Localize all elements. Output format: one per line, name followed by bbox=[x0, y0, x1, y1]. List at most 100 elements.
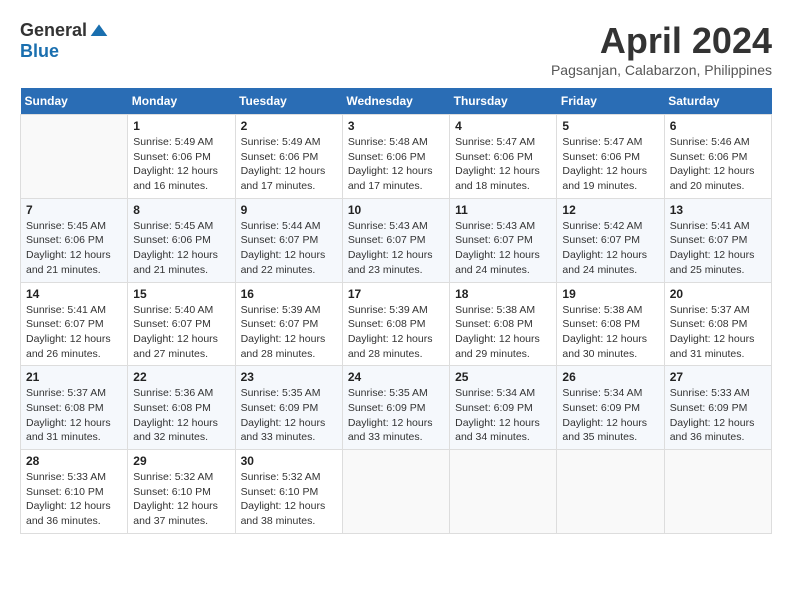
day-info: Sunrise: 5:36 AM Sunset: 6:08 PM Dayligh… bbox=[133, 386, 229, 445]
day-number: 2 bbox=[241, 119, 337, 133]
calendar-cell: 20Sunrise: 5:37 AM Sunset: 6:08 PM Dayli… bbox=[664, 282, 771, 366]
day-number: 10 bbox=[348, 203, 444, 217]
day-number: 16 bbox=[241, 287, 337, 301]
calendar-cell: 9 Sunrise: 5:44 AM Sunset: 6:07 PM Daylig… bbox=[235, 198, 342, 282]
calendar-cell: 17 Sunrise: 5:39 AM Sunset: 6:08 PM Dayli… bbox=[342, 282, 449, 366]
day-info: Sunrise: 5:33 AM Sunset: 6:09 PM Dayligh… bbox=[670, 386, 766, 445]
calendar-cell: 6 Sunrise: 5:46 AM Sunset: 6:06 PM Daylig… bbox=[664, 115, 771, 199]
calendar-week-row: 7 Sunrise: 5:45 AM Sunset: 6:06 PM Daylig… bbox=[21, 198, 772, 282]
calendar-week-row: 14Sunrise: 5:41 AM Sunset: 6:07 PM Dayli… bbox=[21, 282, 772, 366]
title-section: April 2024 Pagsanjan, Calabarzon, Philip… bbox=[551, 20, 772, 78]
day-number: 23 bbox=[241, 370, 337, 384]
day-info: Sunrise: 5:48 AM Sunset: 6:06 PM Dayligh… bbox=[348, 135, 444, 194]
day-number: 24 bbox=[348, 370, 444, 384]
day-number: 28 bbox=[26, 454, 122, 468]
calendar-cell: 28 Sunrise: 5:33 AM Sunset: 6:10 PM Dayli… bbox=[21, 450, 128, 534]
calendar-cell: 27 Sunrise: 5:33 AM Sunset: 6:09 PM Dayli… bbox=[664, 366, 771, 450]
day-number: 29 bbox=[133, 454, 229, 468]
calendar-cell: 13 Sunrise: 5:41 AM Sunset: 6:07 PM Dayli… bbox=[664, 198, 771, 282]
calendar-cell: 10 Sunrise: 5:43 AM Sunset: 6:07 PM Dayli… bbox=[342, 198, 449, 282]
calendar-cell: 25 Sunrise: 5:34 AM Sunset: 6:09 PM Dayli… bbox=[450, 366, 557, 450]
day-info: Sunrise: 5:35 AM Sunset: 6:09 PM Dayligh… bbox=[348, 386, 444, 445]
day-number: 1 bbox=[133, 119, 229, 133]
day-info: Sunrise: 5:45 AM Sunset: 6:06 PM Dayligh… bbox=[133, 219, 229, 278]
day-number: 21 bbox=[26, 370, 122, 384]
calendar-cell: 29 Sunrise: 5:32 AM Sunset: 6:10 PM Dayli… bbox=[128, 450, 235, 534]
day-info: Sunrise: 5:39 AM Sunset: 6:08 PM Dayligh… bbox=[348, 303, 444, 362]
day-number: 17 bbox=[348, 287, 444, 301]
day-number: 25 bbox=[455, 370, 551, 384]
calendar-cell: 21 Sunrise: 5:37 AM Sunset: 6:08 PM Dayli… bbox=[21, 366, 128, 450]
day-info: Sunrise: 5:43 AM Sunset: 6:07 PM Dayligh… bbox=[455, 219, 551, 278]
logo-general-text: General bbox=[20, 20, 87, 41]
day-info: Sunrise: 5:43 AM Sunset: 6:07 PM Dayligh… bbox=[348, 219, 444, 278]
calendar-week-row: 28 Sunrise: 5:33 AM Sunset: 6:10 PM Dayli… bbox=[21, 450, 772, 534]
day-number: 6 bbox=[670, 119, 766, 133]
calendar-cell: 15 Sunrise: 5:40 AM Sunset: 6:07 PM Dayli… bbox=[128, 282, 235, 366]
day-info: Sunrise: 5:39 AM Sunset: 6:07 PM Dayligh… bbox=[241, 303, 337, 362]
calendar-cell: 26Sunrise: 5:34 AM Sunset: 6:09 PM Dayli… bbox=[557, 366, 664, 450]
day-number: 4 bbox=[455, 119, 551, 133]
column-header-monday: Monday bbox=[128, 88, 235, 115]
day-info: Sunrise: 5:42 AM Sunset: 6:07 PM Dayligh… bbox=[562, 219, 658, 278]
logo: General Blue bbox=[20, 20, 109, 62]
calendar-table: SundayMondayTuesdayWednesdayThursdayFrid… bbox=[20, 88, 772, 534]
day-number: 5 bbox=[562, 119, 658, 133]
calendar-cell: 4 Sunrise: 5:47 AM Sunset: 6:06 PM Daylig… bbox=[450, 115, 557, 199]
column-header-friday: Friday bbox=[557, 88, 664, 115]
calendar-cell: 19Sunrise: 5:38 AM Sunset: 6:08 PM Dayli… bbox=[557, 282, 664, 366]
calendar-cell: 5 Sunrise: 5:47 AM Sunset: 6:06 PM Daylig… bbox=[557, 115, 664, 199]
calendar-header-row: SundayMondayTuesdayWednesdayThursdayFrid… bbox=[21, 88, 772, 115]
calendar-cell: 18 Sunrise: 5:38 AM Sunset: 6:08 PM Dayli… bbox=[450, 282, 557, 366]
logo-blue-text: Blue bbox=[20, 41, 59, 62]
calendar-cell: 23 Sunrise: 5:35 AM Sunset: 6:09 PM Dayli… bbox=[235, 366, 342, 450]
day-info: Sunrise: 5:32 AM Sunset: 6:10 PM Dayligh… bbox=[133, 470, 229, 529]
day-number: 22 bbox=[133, 370, 229, 384]
calendar-cell: 22 Sunrise: 5:36 AM Sunset: 6:08 PM Dayli… bbox=[128, 366, 235, 450]
day-number: 18 bbox=[455, 287, 551, 301]
day-number: 27 bbox=[670, 370, 766, 384]
calendar-cell: 24 Sunrise: 5:35 AM Sunset: 6:09 PM Dayli… bbox=[342, 366, 449, 450]
calendar-cell bbox=[450, 450, 557, 534]
calendar-cell: 14Sunrise: 5:41 AM Sunset: 6:07 PM Dayli… bbox=[21, 282, 128, 366]
day-number: 8 bbox=[133, 203, 229, 217]
day-info: Sunrise: 5:35 AM Sunset: 6:09 PM Dayligh… bbox=[241, 386, 337, 445]
column-header-wednesday: Wednesday bbox=[342, 88, 449, 115]
day-number: 3 bbox=[348, 119, 444, 133]
day-info: Sunrise: 5:47 AM Sunset: 6:06 PM Dayligh… bbox=[562, 135, 658, 194]
calendar-cell: 7 Sunrise: 5:45 AM Sunset: 6:06 PM Daylig… bbox=[21, 198, 128, 282]
day-info: Sunrise: 5:33 AM Sunset: 6:10 PM Dayligh… bbox=[26, 470, 122, 529]
day-number: 20 bbox=[670, 287, 766, 301]
calendar-cell: 12 Sunrise: 5:42 AM Sunset: 6:07 PM Dayli… bbox=[557, 198, 664, 282]
day-info: Sunrise: 5:47 AM Sunset: 6:06 PM Dayligh… bbox=[455, 135, 551, 194]
day-info: Sunrise: 5:44 AM Sunset: 6:07 PM Dayligh… bbox=[241, 219, 337, 278]
day-number: 12 bbox=[562, 203, 658, 217]
day-info: Sunrise: 5:41 AM Sunset: 6:07 PM Dayligh… bbox=[670, 219, 766, 278]
day-number: 9 bbox=[241, 203, 337, 217]
day-number: 7 bbox=[26, 203, 122, 217]
day-info: Sunrise: 5:38 AM Sunset: 6:08 PM Dayligh… bbox=[455, 303, 551, 362]
day-info: Sunrise: 5:49 AM Sunset: 6:06 PM Dayligh… bbox=[241, 135, 337, 194]
day-number: 13 bbox=[670, 203, 766, 217]
calendar-cell: 1Sunrise: 5:49 AM Sunset: 6:06 PM Daylig… bbox=[128, 115, 235, 199]
day-number: 30 bbox=[241, 454, 337, 468]
day-info: Sunrise: 5:34 AM Sunset: 6:09 PM Dayligh… bbox=[455, 386, 551, 445]
day-info: Sunrise: 5:46 AM Sunset: 6:06 PM Dayligh… bbox=[670, 135, 766, 194]
calendar-cell: 3 Sunrise: 5:48 AM Sunset: 6:06 PM Daylig… bbox=[342, 115, 449, 199]
day-info: Sunrise: 5:45 AM Sunset: 6:06 PM Dayligh… bbox=[26, 219, 122, 278]
day-number: 14 bbox=[26, 287, 122, 301]
day-info: Sunrise: 5:32 AM Sunset: 6:10 PM Dayligh… bbox=[241, 470, 337, 529]
column-header-sunday: Sunday bbox=[21, 88, 128, 115]
calendar-cell bbox=[664, 450, 771, 534]
day-info: Sunrise: 5:34 AM Sunset: 6:09 PM Dayligh… bbox=[562, 386, 658, 445]
location-text: Pagsanjan, Calabarzon, Philippines bbox=[551, 62, 772, 78]
column-header-tuesday: Tuesday bbox=[235, 88, 342, 115]
day-info: Sunrise: 5:40 AM Sunset: 6:07 PM Dayligh… bbox=[133, 303, 229, 362]
day-number: 15 bbox=[133, 287, 229, 301]
calendar-cell: 2 Sunrise: 5:49 AM Sunset: 6:06 PM Daylig… bbox=[235, 115, 342, 199]
calendar-cell: 11Sunrise: 5:43 AM Sunset: 6:07 PM Dayli… bbox=[450, 198, 557, 282]
calendar-cell: 16 Sunrise: 5:39 AM Sunset: 6:07 PM Dayli… bbox=[235, 282, 342, 366]
day-info: Sunrise: 5:38 AM Sunset: 6:08 PM Dayligh… bbox=[562, 303, 658, 362]
day-info: Sunrise: 5:37 AM Sunset: 6:08 PM Dayligh… bbox=[26, 386, 122, 445]
calendar-week-row: 1 Sunrise: 5:49 AM Sunset: 6:06 PM Daylig… bbox=[21, 115, 772, 199]
